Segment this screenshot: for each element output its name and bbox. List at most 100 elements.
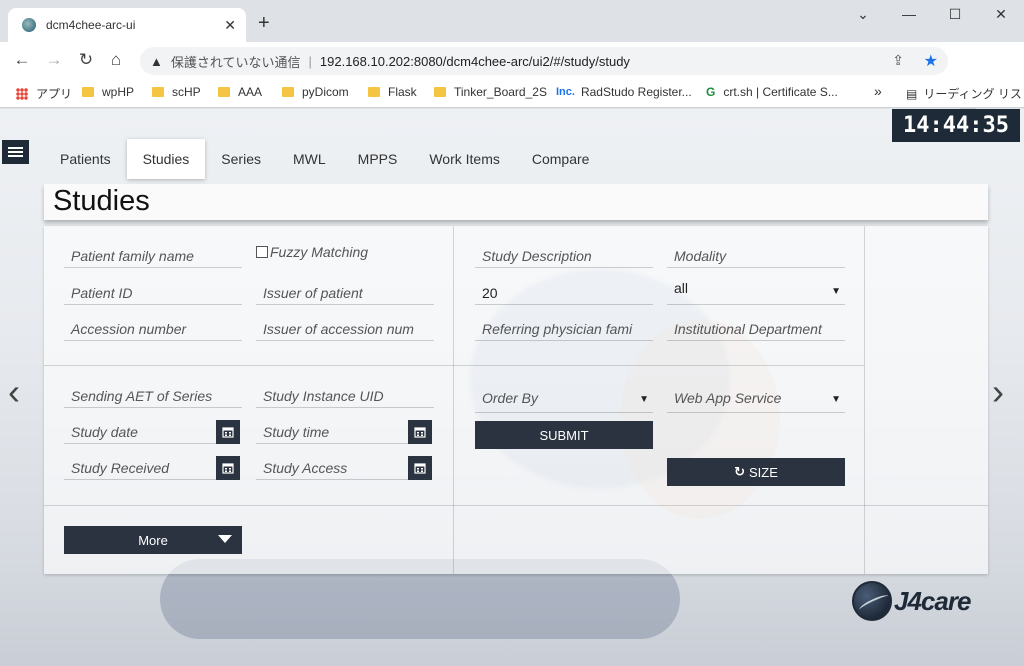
bookmark-crtsh[interactable]: Gcrt.sh | Certificate S... [706, 85, 838, 99]
reading-list-icon: ▤ [906, 86, 918, 101]
tab-work-items[interactable]: Work Items [413, 139, 516, 179]
bookmark-label: アプリ [36, 87, 73, 101]
bookmark-label: scHP [172, 85, 201, 99]
chevron-left-icon[interactable]: ‹ [8, 371, 20, 413]
all-select-value: all [674, 280, 689, 296]
patient-family-name-input[interactable]: Patient family name [64, 244, 242, 268]
tab-mwl[interactable]: MWL [277, 139, 342, 179]
order-by-select[interactable]: Order By ▼ [475, 384, 653, 413]
bookmarks-overflow-button[interactable]: » [874, 83, 882, 99]
chevron-down-icon: ▼ [831, 394, 841, 405]
tab-search-icon[interactable]: ⌄ [840, 6, 886, 23]
checkbox-icon[interactable] [256, 246, 268, 258]
limit-input[interactable]: 20 [475, 281, 653, 305]
inc-logo-icon: Inc. [556, 86, 575, 98]
referring-physician-input[interactable]: Referring physician fami [475, 317, 653, 341]
address-bar[interactable]: ▲ 保護されていない通信 | 192.168.10.202:8080/dcm4c… [140, 47, 948, 75]
study-date-input[interactable]: Study date [64, 420, 216, 444]
tab-mpps[interactable]: MPPS [342, 139, 414, 179]
share-icon[interactable]: ⇪ [892, 52, 904, 69]
sending-aet-input[interactable]: Sending AET of Series [64, 384, 242, 408]
reading-list-label: リーディング リスト [923, 87, 1024, 101]
security-status[interactable]: 保護されていない通信 [171, 52, 301, 71]
issuer-of-patient-input[interactable]: Issuer of patient [256, 281, 434, 305]
site-favicon-icon [22, 18, 36, 32]
window-close-button[interactable]: ✕ [978, 6, 1024, 23]
tab-close-icon[interactable]: ✕ [224, 17, 236, 34]
fuzzy-matching-label: Fuzzy Matching [270, 244, 369, 260]
bookmark-label: RadStudo Register... [580, 85, 692, 99]
calendar-icon[interactable] [408, 420, 432, 444]
calendar-icon[interactable] [216, 420, 240, 444]
order-by-label: Order By [482, 390, 539, 406]
forward-button[interactable]: → [42, 50, 66, 70]
accession-number-input[interactable]: Accession number [64, 317, 242, 341]
apps-grid-icon [16, 87, 28, 100]
minimize-button[interactable]: — [886, 6, 932, 22]
study-description-input[interactable]: Study Description [475, 244, 653, 268]
fuzzy-matching-checkbox[interactable]: Fuzzy Matching [256, 244, 368, 260]
maximize-button[interactable]: ☐ [932, 6, 978, 23]
app-page: 14:44:35 Patients Studies Series MWL MPP… [0, 109, 1024, 666]
bookmark-label: crt.sh | Certificate S... [723, 85, 838, 99]
size-button[interactable]: ↻ SIZE [667, 458, 845, 486]
main-tabs: Patients Studies Series MWL MPPS Work It… [44, 139, 605, 179]
study-time-input[interactable]: Study time [256, 420, 408, 444]
url-text[interactable]: 192.168.10.202:8080/dcm4chee-arc/ui2/#/s… [320, 54, 630, 69]
folder-icon [152, 87, 164, 97]
chevron-down-icon: ▼ [831, 286, 841, 297]
calendar-icon[interactable] [216, 456, 240, 480]
warning-icon[interactable]: ▲ [150, 54, 163, 69]
more-button[interactable]: More [64, 526, 242, 554]
bookmark-apps[interactable]: アプリ [16, 85, 72, 102]
bookmark-wphp[interactable]: wpHP [82, 85, 134, 99]
browser-toolbar: ← → ↻ ⌂ ▲ 保護されていない通信 | 192.168.10.202:80… [0, 42, 1024, 112]
hamburger-menu-icon[interactable] [2, 140, 29, 164]
chevron-right-icon[interactable]: › [992, 371, 1004, 413]
bookmark-tinker-board[interactable]: Tinker_Board_2S [434, 85, 547, 99]
bookmark-label: AAA [238, 85, 263, 99]
bookmark-star-icon[interactable]: ★ [924, 51, 938, 71]
tab-series[interactable]: Series [205, 139, 277, 179]
reload-button[interactable]: ↻ [74, 50, 98, 70]
j4care-logo: J4care [852, 581, 971, 621]
folder-icon [82, 87, 94, 97]
web-app-service-select[interactable]: Web App Service ▼ [667, 384, 845, 413]
tab-patients[interactable]: Patients [44, 139, 127, 179]
browser-tab[interactable]: dcm4chee-arc-ui ✕ [8, 8, 246, 42]
folder-icon [368, 87, 380, 97]
refresh-icon: ↻ [734, 464, 745, 479]
bookmarks-bar: アプリ wpHP scHP AAA pyDicom Flask Tinker_B… [0, 78, 1024, 108]
row-divider [44, 505, 988, 506]
globe-icon [852, 581, 892, 621]
institutional-department-input[interactable]: Institutional Department [667, 317, 845, 341]
bookmark-flask[interactable]: Flask [368, 85, 417, 99]
folder-icon [282, 87, 294, 97]
bookmark-label: Flask [388, 85, 417, 99]
column-divider [453, 226, 454, 574]
modality-input[interactable]: Modality [667, 244, 845, 268]
study-instance-uid-input[interactable]: Study Instance UID [256, 384, 434, 408]
submit-button[interactable]: SUBMIT [475, 421, 653, 449]
all-select[interactable]: all ▼ [667, 276, 845, 305]
bookmark-label: Tinker_Board_2S [454, 85, 547, 99]
calendar-icon[interactable] [408, 456, 432, 480]
folder-icon [218, 87, 230, 97]
browser-titlebar: dcm4chee-arc-ui ✕ + ⌄ — ☐ ✕ [0, 0, 1024, 42]
clock: 14:44:35 [892, 109, 1020, 142]
logo-wordmark: J4care [894, 585, 971, 616]
tab-compare[interactable]: Compare [516, 139, 606, 179]
study-access-input[interactable]: Study Access [256, 456, 408, 480]
bookmark-pydicom[interactable]: pyDicom [282, 85, 349, 99]
issuer-of-accession-input[interactable]: Issuer of accession num [256, 317, 434, 341]
patient-id-input[interactable]: Patient ID [64, 281, 242, 305]
new-tab-button[interactable]: + [258, 13, 270, 33]
bookmark-aaa[interactable]: AAA [218, 85, 262, 99]
tab-studies[interactable]: Studies [126, 139, 206, 179]
study-received-input[interactable]: Study Received [64, 456, 216, 480]
bookmark-radstudio[interactable]: Inc. RadStudo Register... [556, 85, 692, 99]
bookmark-schp[interactable]: scHP [152, 85, 201, 99]
reading-list-button[interactable]: ▤ リーディング リスト [906, 85, 1024, 102]
back-button[interactable]: ← [10, 50, 34, 70]
home-button[interactable]: ⌂ [104, 50, 128, 70]
